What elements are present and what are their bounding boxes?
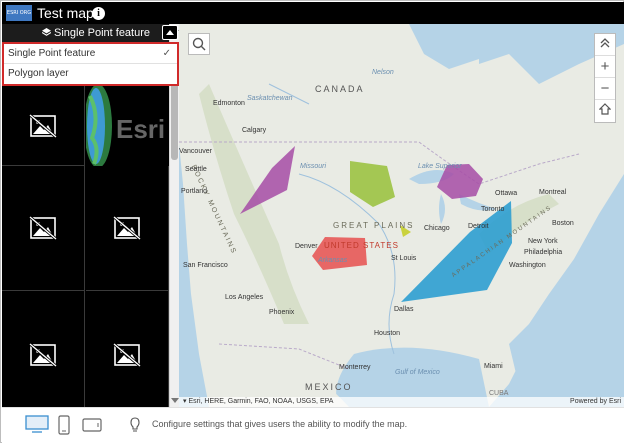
city-label: Phoenix (269, 309, 295, 316)
map-search-button[interactable] (188, 33, 210, 55)
svg-text:Esri: Esri (116, 114, 165, 144)
title-bar: ESRI ORG Test map i (2, 2, 624, 24)
water-label: Lake Superior (418, 163, 462, 170)
city-label: Miami (484, 363, 503, 370)
phone-preview-button[interactable] (58, 415, 70, 440)
no-image-icon (113, 343, 141, 367)
desktop-icon (25, 415, 49, 433)
feature-layer (240, 146, 512, 302)
map-label: MEXICO (305, 382, 353, 392)
layer-tile[interactable] (86, 291, 169, 407)
map-label: GREAT PLAINS (333, 221, 415, 230)
city-label: Seattle (185, 166, 207, 173)
scroll-thumb[interactable] (171, 80, 178, 160)
layer-tile[interactable] (2, 166, 85, 291)
dropdown-item-polygon-layer[interactable]: Polygon layer (4, 64, 177, 84)
city-label: Montreal (539, 189, 567, 196)
layer-title: Single Point feature (54, 27, 151, 39)
map-attribution: ▾ Esri, HERE, Garmin, FAO, NOAA, USGS, E… (179, 397, 624, 407)
map-view[interactable]: CANADA MEXICO ROCKY MOUNTAINS GREAT PLAI… (179, 24, 624, 407)
city-label: St Louis (391, 255, 417, 262)
app-logo: ESRI ORG (6, 5, 32, 21)
city-label: Philadelphia (524, 249, 563, 256)
map-nav-controls: + − (594, 33, 616, 123)
layer-dropdown-menu: Single Point feature ✓ Polygon layer (2, 42, 179, 86)
city-label: San Francisco (183, 262, 228, 269)
scroll-down-icon[interactable] (171, 398, 179, 403)
city-label: Washington (509, 262, 546, 269)
chevron-up-icon (166, 30, 174, 35)
polygon-green-north-central[interactable] (350, 161, 395, 207)
city-label: Boston (552, 220, 574, 227)
desktop-preview-button[interactable] (25, 415, 49, 438)
map-label: CANADA (315, 84, 365, 94)
city-label: Dallas (394, 306, 414, 313)
app-window: ESRI ORG Test map i Single Point feature (0, 0, 624, 443)
city-label: Los Angeles (225, 294, 264, 301)
tablet-icon (82, 418, 102, 432)
no-image-icon (29, 114, 57, 138)
dropdown-item-label: Polygon layer (8, 68, 69, 79)
city-label: Monterrey (339, 364, 371, 371)
city-label: Houston (374, 330, 401, 337)
city-label: Calgary (242, 127, 267, 134)
footer-hint-text: Configure settings that gives users the … (152, 419, 408, 429)
footer-bar: Configure settings that gives users the … (2, 407, 624, 443)
water-label: Saskatchewan (247, 95, 293, 102)
dropdown-item-single-point[interactable]: Single Point feature ✓ (4, 44, 177, 64)
country-label: CUBA (489, 390, 509, 397)
home-icon (598, 103, 612, 115)
layer-tile[interactable] (2, 291, 85, 407)
zoom-in-button[interactable]: + (595, 56, 615, 78)
check-icon: ✓ (162, 48, 171, 59)
home-button[interactable] (595, 100, 615, 122)
water-label: Gulf of Mexico (395, 369, 440, 376)
city-label: Toronto (481, 206, 505, 213)
layer-header[interactable]: Single Point feature (2, 24, 169, 42)
water-label: Arkansas (318, 257, 348, 264)
city-label: Ottawa (495, 190, 518, 197)
city-label: Detroit (468, 223, 489, 230)
water-label: Missouri (300, 163, 327, 170)
collapse-dropdown-button[interactable] (162, 25, 178, 40)
layer-tile[interactable] (86, 166, 169, 291)
polygon-blue-east[interactable] (401, 201, 512, 302)
no-image-icon (29, 343, 57, 367)
double-chevron-up-icon (600, 38, 610, 48)
info-icon[interactable]: i (92, 7, 105, 20)
water-label: Nelson (372, 69, 394, 76)
city-label: New York (528, 238, 558, 245)
city-label: Denver (295, 243, 318, 250)
city-label: Portland (181, 188, 208, 195)
map-label: UNITED STATES (324, 241, 399, 250)
app-title: Test map (37, 5, 94, 21)
no-image-icon (113, 216, 141, 240)
esri-globe-thumbnail[interactable]: Esri (86, 86, 169, 166)
search-icon (192, 37, 206, 51)
collapse-nav-button[interactable] (595, 34, 615, 56)
city-label: Edmonton (213, 100, 245, 107)
no-image-icon (29, 216, 57, 240)
layer-tile[interactable] (2, 86, 85, 166)
city-label: Vancouver (179, 148, 212, 155)
polygon-purple-west[interactable] (240, 146, 295, 214)
layers-icon (42, 28, 51, 36)
city-label: Chicago (424, 225, 450, 232)
dropdown-item-label: Single Point feature (8, 48, 96, 59)
zoom-out-button[interactable]: − (595, 78, 615, 100)
phone-icon (58, 415, 70, 435)
attribution-text: ▾ Esri, HERE, Garmin, FAO, NOAA, USGS, E… (183, 398, 334, 405)
tablet-preview-button[interactable] (82, 418, 102, 437)
powered-by-text[interactable]: Powered by Esri (570, 397, 621, 407)
lightbulb-icon (130, 417, 140, 432)
